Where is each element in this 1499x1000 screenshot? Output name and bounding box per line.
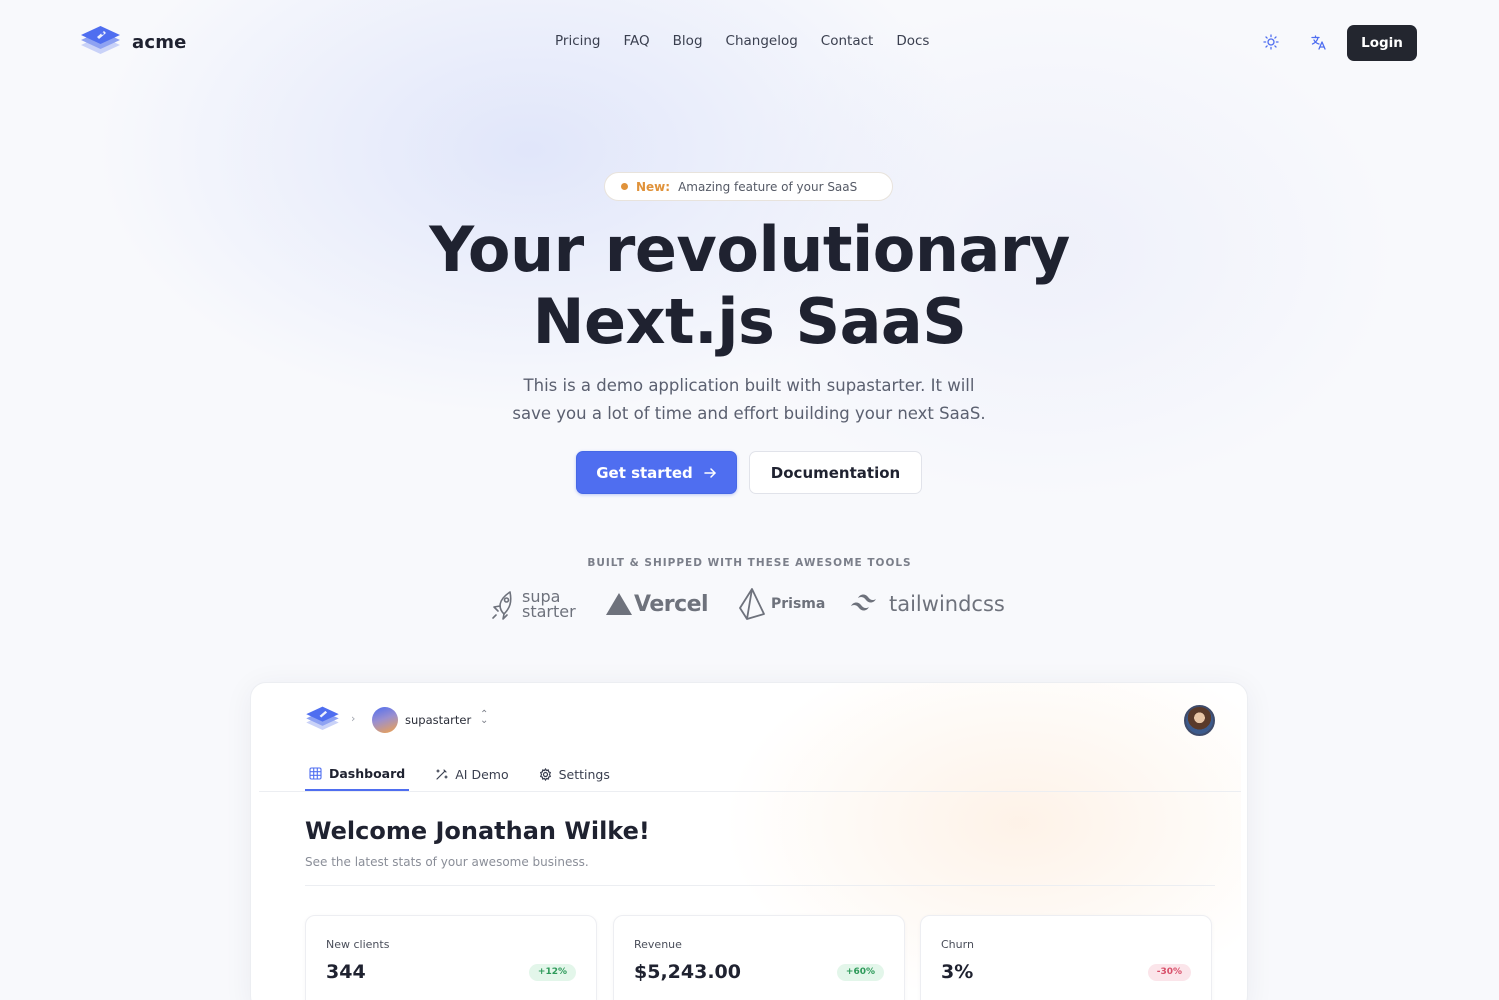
arrow-right-icon [704, 467, 716, 478]
badge-dot [621, 183, 628, 190]
tab-dashboard[interactable]: Dashboard [305, 757, 410, 791]
stat-label: Churn [941, 938, 974, 951]
supastarter-word-2: starter [522, 602, 576, 621]
nav-link-blog[interactable]: Blog [673, 33, 703, 49]
breadcrumb-chevron-icon: › [351, 712, 356, 725]
documentation-label: Documentation [770, 463, 901, 482]
badge-new-label: New: [636, 179, 671, 194]
nav-link-docs[interactable]: Docs [896, 33, 929, 49]
prisma-icon [739, 588, 765, 620]
tool-logos: supa starter Vercel Prisma tailwindcss [0, 584, 1499, 624]
sun-icon [1263, 34, 1279, 50]
tab-ai-demo-label: AI Demo [455, 766, 509, 782]
welcome-subtitle: See the latest stats of your awesome bus… [305, 855, 589, 869]
translate-icon [1310, 34, 1326, 50]
hero-title: Your revolutionary Next.js SaaS [0, 214, 1499, 358]
theme-toggle-button[interactable] [1259, 30, 1283, 54]
tab-ai-demo[interactable]: AI Demo [431, 757, 512, 791]
brand-logo-link[interactable]: acme [80, 24, 187, 60]
acme-logo-icon [81, 26, 120, 54]
prisma-logo: Prisma [739, 584, 825, 624]
org-avatar[interactable] [372, 707, 398, 733]
tab-settings[interactable]: Settings [535, 757, 614, 791]
language-switch-button[interactable] [1306, 30, 1330, 54]
vercel-logo: Vercel [606, 584, 709, 624]
tabs-divider [259, 791, 1241, 792]
tools-heading: BUILT & SHIPPED WITH THESE AWESOME TOOLS [587, 557, 912, 569]
stat-delta-badge: -30% [1147, 964, 1191, 981]
vercel-triangle-icon [606, 593, 632, 615]
supastarter-logo: supa starter [490, 584, 576, 624]
stat-label: New clients [326, 938, 390, 951]
welcome-divider [305, 885, 1215, 886]
app-tabs: Dashboard AI Demo Settings [305, 757, 636, 791]
app-preview-inner: › supastarter ⌃ ⌄ Dashboard AI Demo Sett… [259, 683, 1241, 1000]
prisma-wordmark: Prisma [771, 596, 826, 612]
announcement-badge[interactable]: New: Amazing feature of your SaaS [604, 172, 893, 201]
tailwind-icon [851, 594, 876, 611]
tailwindcss-wordmark: tailwindcss [889, 592, 1005, 616]
tab-settings-label: Settings [558, 766, 610, 782]
nav-link-changelog[interactable]: Changelog [726, 33, 798, 49]
org-name[interactable]: supastarter [405, 713, 471, 727]
nav-link-faq[interactable]: FAQ [624, 33, 650, 49]
hero-title-line-2: Next.js SaaS [532, 285, 967, 358]
stat-delta-badge: +60% [836, 964, 884, 981]
top-navbar: acme Pricing FAQ Blog Changelog Contact … [0, 0, 1499, 86]
rocket-icon [492, 591, 512, 620]
tailwindcss-logo: tailwindcss [849, 584, 1005, 624]
hero-subtitle-line-2: save you a lot of time and effort buildi… [512, 404, 986, 423]
app-preview: › supastarter ⌃ ⌄ Dashboard AI Demo Sett… [250, 682, 1248, 1000]
badge-text: Amazing feature of your SaaS [678, 179, 858, 194]
stat-delta-badge: +12% [528, 964, 576, 981]
main-nav: Pricing FAQ Blog Changelog Contact Docs [555, 33, 929, 49]
magic-wand-icon [436, 768, 448, 780]
app-logo-icon [306, 706, 339, 730]
supastarter-wordmark: supa starter [522, 589, 576, 621]
stat-value: $5,243.00 [634, 961, 741, 983]
stat-value: 3% [941, 961, 974, 983]
vercel-wordmark: Vercel [634, 591, 709, 617]
welcome-title: Welcome Jonathan Wilke! [305, 817, 650, 845]
stat-card-churn: Churn 3% -30% [920, 915, 1212, 1000]
hero-title-line-1: Your revolutionary [429, 213, 1070, 286]
gear-icon [539, 767, 551, 781]
stat-card-revenue: Revenue $5,243.00 +60% [613, 915, 905, 1000]
user-avatar[interactable] [1184, 705, 1215, 736]
get-started-button[interactable]: Get started [576, 451, 737, 494]
grid-icon [309, 766, 322, 780]
brand-name: acme [132, 31, 187, 53]
org-switch-chevrons-icon[interactable]: ⌃ ⌄ [480, 710, 488, 726]
nav-link-contact[interactable]: Contact [821, 33, 874, 49]
login-button[interactable]: Login [1347, 25, 1417, 61]
get-started-label: Get started [596, 463, 693, 482]
hero-subtitle: This is a demo application built with su… [449, 372, 1049, 428]
hero-subtitle-line-1: This is a demo application built with su… [523, 376, 975, 395]
nav-link-pricing[interactable]: Pricing [555, 33, 601, 49]
stat-label: Revenue [634, 938, 682, 951]
documentation-button[interactable]: Documentation [749, 451, 922, 494]
tab-dashboard-label: Dashboard [329, 765, 406, 781]
stat-value: 344 [326, 961, 366, 983]
stat-card-new-clients: New clients 344 +12% [305, 915, 597, 1000]
